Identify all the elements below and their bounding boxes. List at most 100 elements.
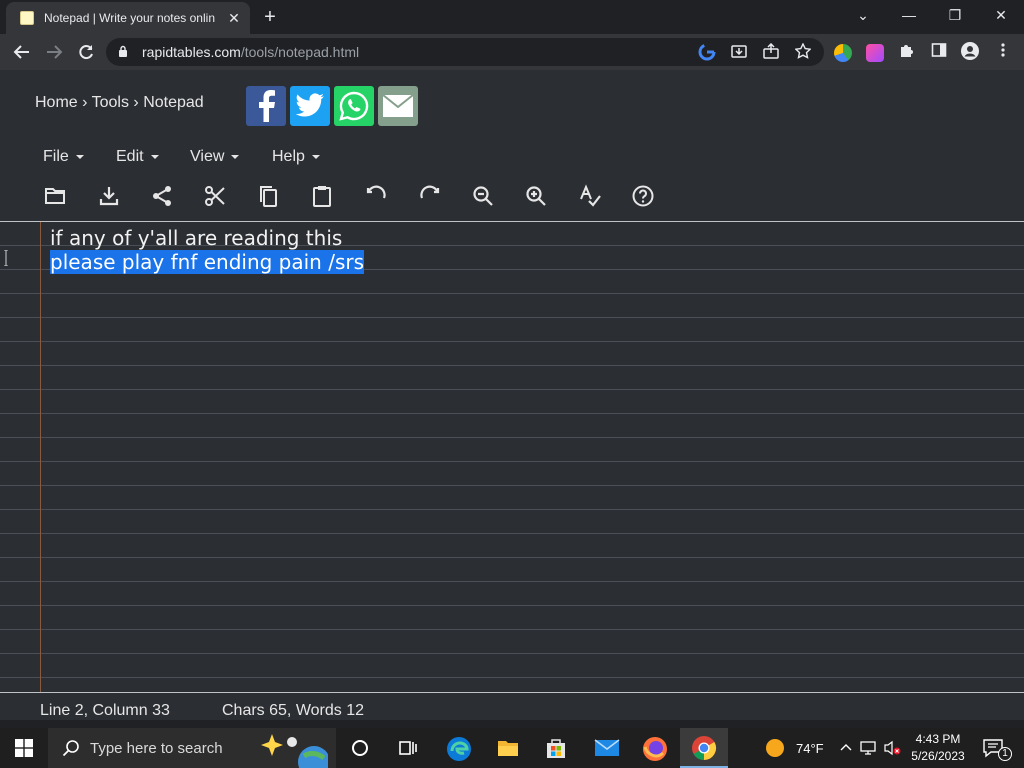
cortana-circle-icon [352, 740, 368, 756]
firefox-icon [643, 737, 667, 761]
menu-view[interactable]: View [190, 148, 240, 166]
help-button[interactable] [631, 184, 655, 208]
notepad-page: Home › Tools › Notepad File Edit View He… [0, 70, 1024, 720]
menu-edit[interactable]: Edit [116, 148, 159, 166]
restore-button[interactable]: ❐ [932, 0, 978, 30]
caret-down-icon [150, 154, 159, 159]
taskbar-mail[interactable] [594, 736, 620, 760]
taskbar-firefox[interactable] [642, 736, 667, 761]
zoom-in-icon [526, 186, 546, 206]
menu-file[interactable]: File [43, 148, 84, 166]
taskbar-edge[interactable] [446, 736, 471, 761]
paper-margin-line [40, 222, 41, 692]
volume-muted-icon[interactable] [884, 740, 902, 756]
taskbar-clock[interactable]: 4:43 PM 5/26/2023 [906, 731, 970, 765]
task-view-button[interactable] [396, 736, 420, 760]
spellcheck-button[interactable] [578, 184, 602, 208]
lock-icon [119, 45, 127, 57]
taskbar-chrome[interactable] [680, 728, 728, 768]
edge-icon [447, 737, 471, 761]
taskbar-store[interactable] [544, 736, 568, 760]
whatsapp-share-button[interactable] [334, 86, 374, 126]
notifications-button[interactable]: 1 [982, 728, 1012, 768]
browser-tab[interactable]: Notepad | Write your notes onlin ✕ [6, 2, 250, 34]
share-icon [153, 186, 171, 206]
chrome-icon [692, 736, 717, 760]
address-bar[interactable]: rapidtables.com/tools/notepad.html [106, 38, 824, 66]
copy-button[interactable] [256, 184, 280, 208]
start-button[interactable] [0, 728, 48, 768]
zoom-out-button[interactable] [471, 184, 495, 208]
facebook-share-button[interactable] [246, 86, 286, 126]
breadcrumb-separator: › [77, 94, 92, 111]
cut-button[interactable] [203, 184, 227, 208]
windows-logo-icon [15, 739, 33, 757]
extensions-puzzle-icon[interactable] [898, 42, 916, 60]
notepad-favicon-icon [20, 11, 34, 25]
weather-widget[interactable]: 74°F [764, 728, 824, 768]
caret-down-icon [75, 154, 84, 159]
menu-file-label: File [43, 148, 69, 165]
url-host: rapidtables.com [142, 44, 241, 60]
breadcrumb-tools[interactable]: Tools [92, 94, 129, 111]
extension-pink-icon[interactable] [866, 44, 884, 62]
chevron-up-icon[interactable] [838, 740, 854, 756]
help-icon [632, 185, 654, 207]
open-file-button[interactable] [43, 184, 67, 208]
redo-icon [420, 185, 440, 199]
reload-button[interactable] [74, 40, 98, 64]
back-button[interactable] [10, 40, 34, 64]
notification-count-badge: 1 [998, 747, 1012, 761]
cursor-position: Line 2, Column 33 [40, 702, 170, 719]
caret-down-icon [311, 154, 320, 159]
forward-button[interactable] [42, 40, 66, 64]
side-panel-icon[interactable] [930, 42, 948, 60]
ibeam-cursor-icon [4, 250, 8, 266]
save-file-button[interactable] [97, 184, 121, 208]
cortana-button[interactable] [348, 736, 372, 760]
google-icon[interactable] [698, 43, 716, 61]
new-tab-button[interactable]: + [258, 6, 282, 28]
share-page-icon[interactable] [762, 42, 780, 61]
whatsapp-icon [339, 91, 369, 121]
task-view-icon [399, 741, 417, 755]
redo-button[interactable] [418, 184, 442, 208]
status-bar: Line 2, Column 33 Chars 65, Words 12 [0, 692, 1024, 720]
store-bag-icon [547, 739, 565, 758]
minimize-button[interactable]: — [886, 0, 932, 30]
close-window-button[interactable]: ✕ [978, 0, 1024, 30]
bookmark-star-icon[interactable] [794, 42, 812, 61]
install-app-icon[interactable] [730, 43, 748, 61]
windows-taskbar: Type here to search 74°F 4:43 PM 5/26/20… [0, 728, 1024, 768]
extension-globe-icon[interactable] [834, 44, 852, 62]
caret-down-icon [231, 154, 240, 159]
breadcrumb-home[interactable]: Home [35, 94, 78, 111]
sun-icon [766, 739, 784, 757]
profile-avatar-icon[interactable] [961, 42, 979, 60]
back-arrow-icon [13, 45, 29, 59]
url-path: /tools/notepad.html [240, 44, 360, 60]
tab-search-icon[interactable]: ⌄ [840, 0, 886, 30]
email-share-button[interactable] [378, 86, 418, 126]
network-icon[interactable] [860, 740, 878, 756]
twitter-share-button[interactable] [290, 86, 330, 126]
taskbar-file-explorer[interactable] [496, 736, 520, 760]
browser-menu-icon[interactable] [994, 42, 1012, 60]
notepad-textarea[interactable]: if any of y'all are reading this please … [0, 222, 1024, 692]
selected-text: please play fnf ending pain /srs [50, 250, 365, 274]
menu-help[interactable]: Help [272, 148, 320, 166]
weather-temp: 74°F [796, 740, 824, 756]
paste-button[interactable] [310, 184, 334, 208]
copy-icon [260, 186, 277, 207]
zoom-in-button[interactable] [524, 184, 548, 208]
tab-close-icon[interactable]: ✕ [226, 10, 242, 27]
share-button[interactable] [150, 184, 174, 208]
menu-view-label: View [190, 148, 225, 165]
menu-edit-label: Edit [116, 148, 144, 165]
breadcrumb-notepad[interactable]: Notepad [143, 94, 204, 111]
text-line-1: if any of y'all are reading this [50, 226, 342, 250]
taskbar-search[interactable]: Type here to search [48, 728, 336, 768]
tab-title: Notepad | Write your notes onlin [44, 11, 215, 25]
undo-button[interactable] [364, 184, 388, 208]
reload-icon [79, 45, 93, 60]
